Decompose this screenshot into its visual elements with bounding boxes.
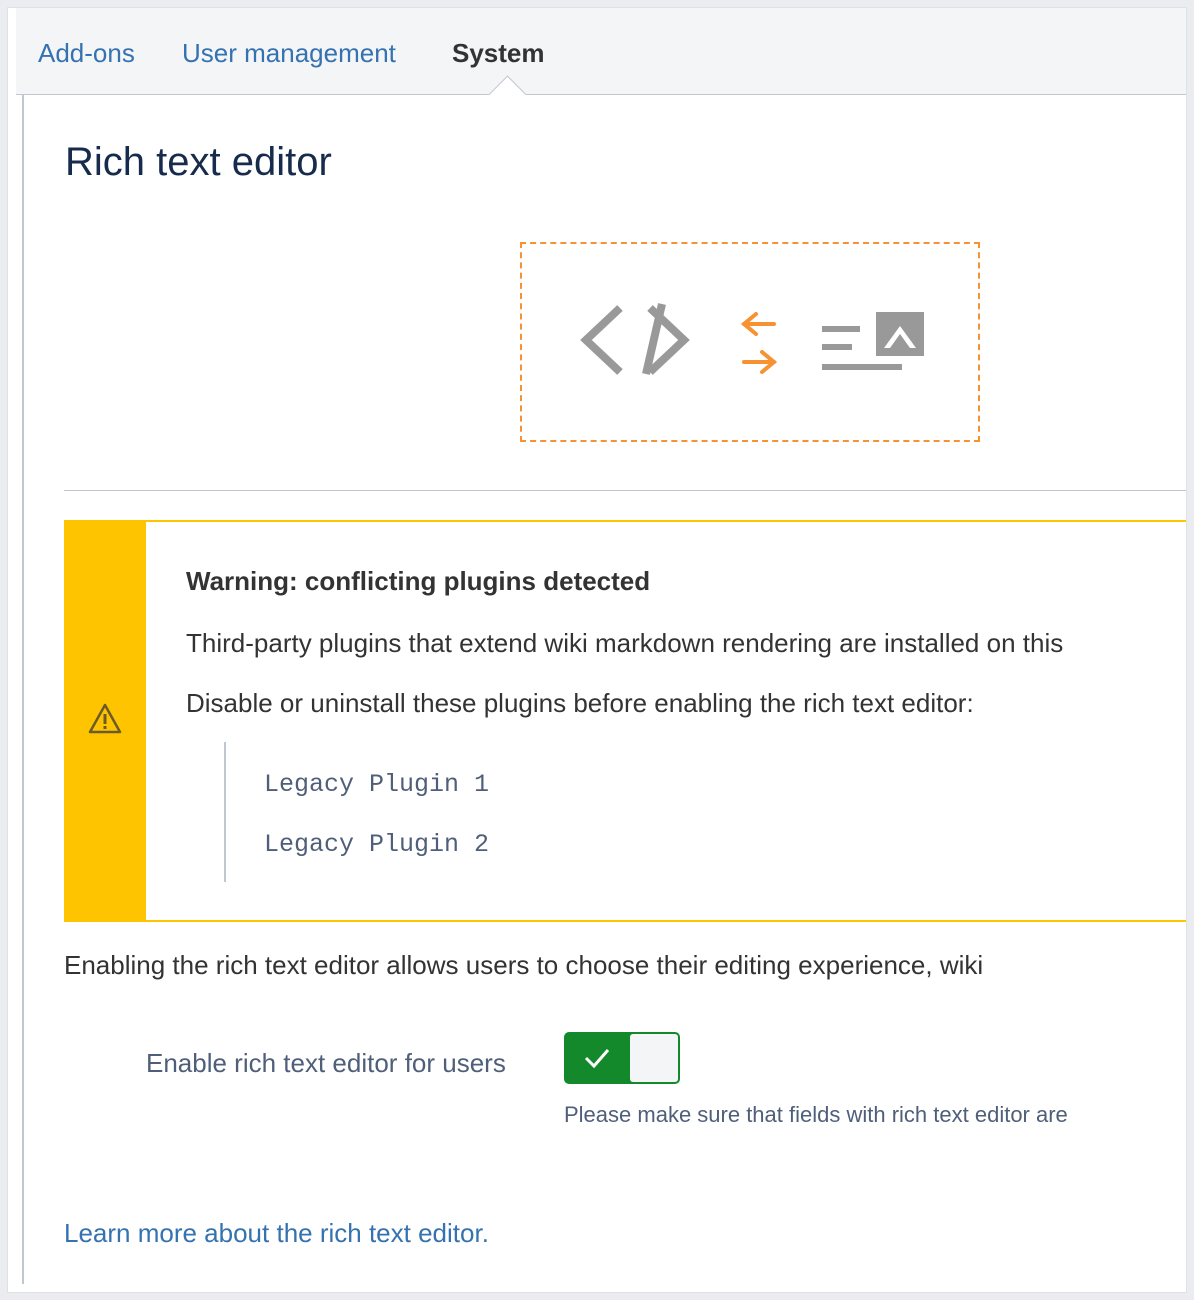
section-divider xyxy=(64,490,1186,491)
code-icon xyxy=(580,303,690,375)
plugin-list xyxy=(224,742,226,882)
enable-rich-text-toggle[interactable] xyxy=(564,1032,680,1084)
illustration-graphic xyxy=(580,303,924,375)
plugin-item: Legacy Plugin 2 xyxy=(264,830,490,859)
editor-illustration xyxy=(520,242,980,442)
warning-bar xyxy=(66,522,146,920)
rich-text-icon xyxy=(822,312,924,370)
learn-more-link[interactable]: Learn more about the rich text editor. xyxy=(64,1218,489,1249)
tab-user-management[interactable]: User management xyxy=(182,38,396,69)
warning-text-line-2: Disable or uninstall these plugins befor… xyxy=(186,688,974,718)
feature-description: Enabling the rich text editor allows use… xyxy=(64,950,984,980)
admin-page: Add-ons User management System Rich text… xyxy=(8,8,1186,1292)
warning-text-line-1: Third-party plugins that extend wiki mar… xyxy=(186,628,1064,658)
warning-title: Warning: conflicting plugins detected xyxy=(186,566,651,596)
tab-system[interactable]: System xyxy=(452,38,545,69)
content-border xyxy=(22,94,24,1284)
plugin-item: Legacy Plugin 1 xyxy=(264,770,490,799)
warning-triangle-icon xyxy=(88,703,122,734)
check-icon xyxy=(584,1049,610,1069)
swap-arrows-icon xyxy=(740,312,778,374)
warning-message: Warning: conflicting plugins detected Th… xyxy=(64,520,1186,922)
setting-help-text: Please make sure that fields with rich t… xyxy=(564,1102,1068,1127)
toggle-knob xyxy=(630,1034,678,1082)
page-title: Rich text editor xyxy=(65,140,332,184)
active-tab-indicator xyxy=(488,75,527,114)
tab-add-ons[interactable]: Add-ons xyxy=(38,38,135,69)
tab-bar: Add-ons User management System xyxy=(16,8,1186,114)
enable-rich-text-label: Enable rich text editor for users xyxy=(146,1048,506,1078)
